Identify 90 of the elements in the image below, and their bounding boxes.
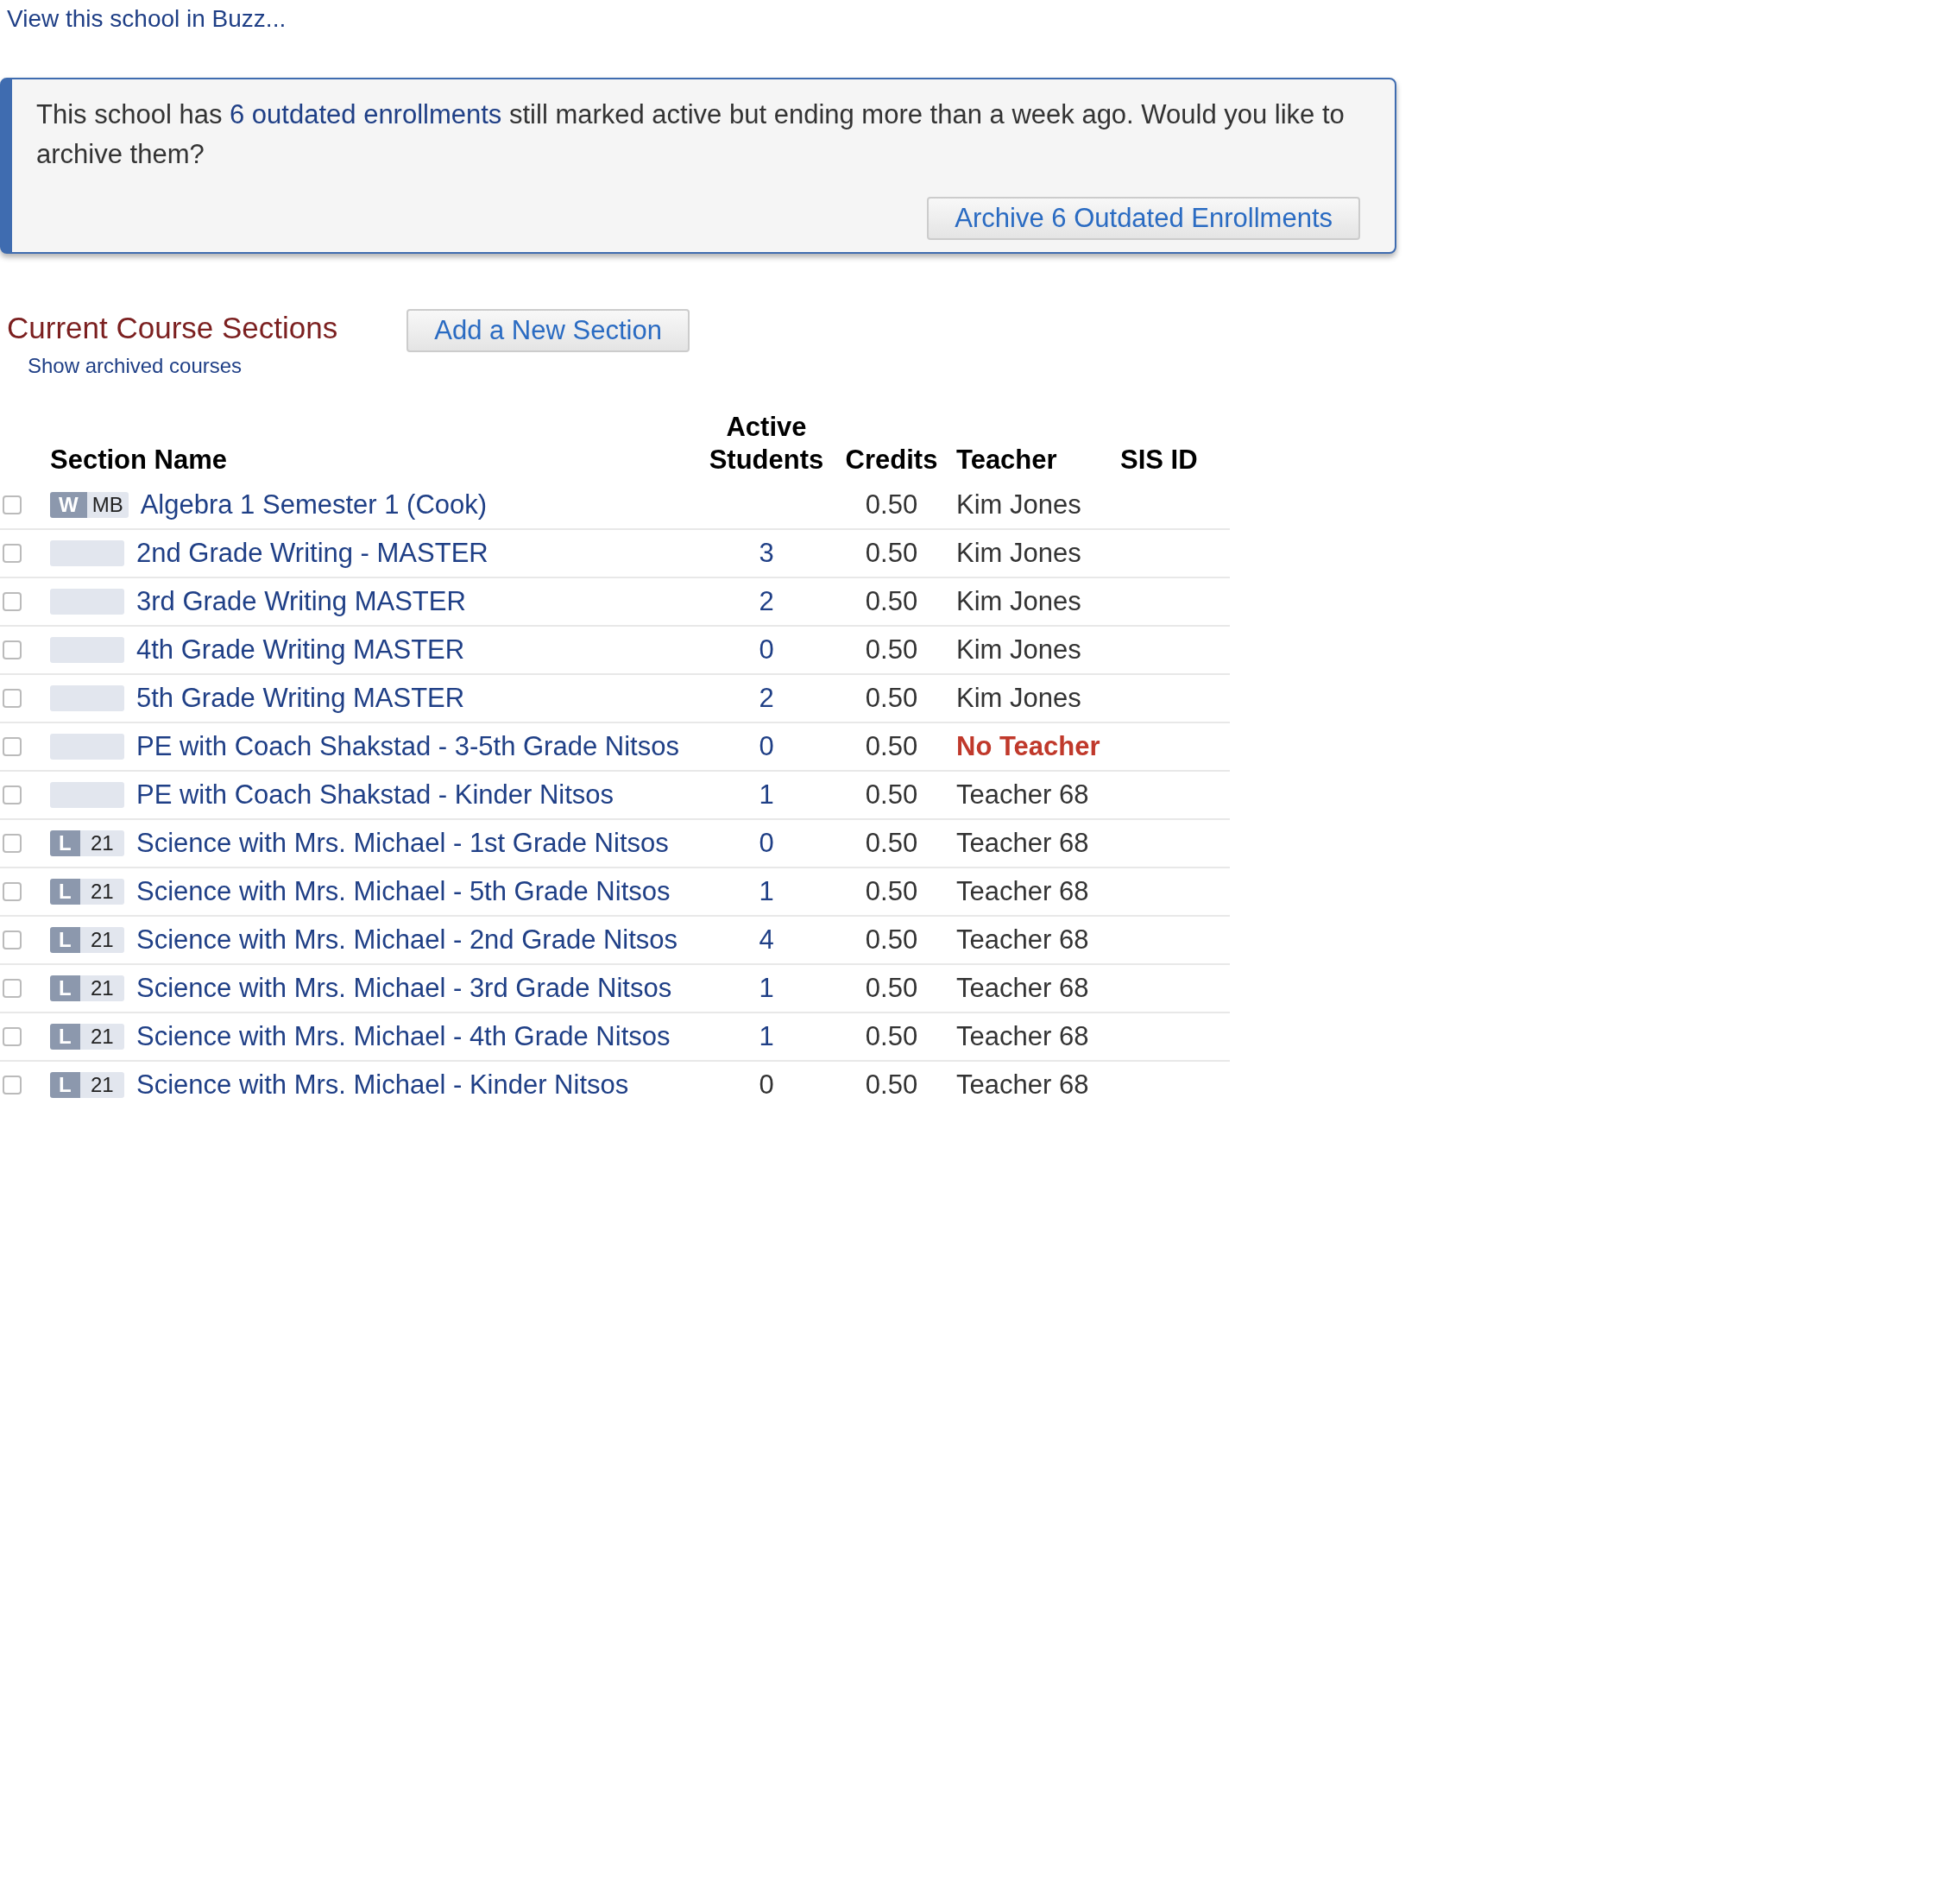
column-header: Credits — [845, 445, 938, 475]
credits: 0.50 — [865, 1069, 918, 1100]
add-section-button[interactable]: Add a New Section — [406, 309, 690, 352]
section-name-link[interactable]: 3rd Grade Writing MASTER — [136, 586, 466, 617]
archive-button[interactable]: Archive 6 Outdated Enrollments — [927, 197, 1360, 240]
badge-letter: L — [50, 1024, 80, 1050]
column-header: Active Students — [709, 412, 824, 475]
section-name-link[interactable]: PE with Coach Shakstad - 3-5th Grade Nitsos — [136, 731, 679, 762]
badge-code: 21 — [79, 830, 124, 856]
badge-letter: L — [50, 975, 80, 1001]
credits: 0.50 — [865, 779, 918, 810]
credits: 0.50 — [865, 731, 918, 761]
credits: 0.50 — [865, 489, 918, 520]
teacher-name: Kim Jones — [956, 586, 1081, 616]
section-name-link[interactable]: Science with Mrs. Michael - 1st Grade Nitsos — [136, 828, 669, 859]
student-count-link[interactable]: 1 — [759, 876, 774, 906]
badge-code: 21 — [79, 975, 124, 1001]
row-checkbox[interactable] — [3, 834, 22, 853]
teacher-name: Kim Jones — [956, 683, 1081, 713]
student-count-link[interactable]: 2 — [759, 586, 774, 616]
teacher-name: Kim Jones — [956, 538, 1081, 568]
section-name-link[interactable]: 4th Grade Writing MASTER — [136, 634, 465, 666]
row-checkbox[interactable] — [3, 979, 22, 998]
badge-code: MB — [86, 492, 129, 518]
student-count-link[interactable]: 1 — [759, 1021, 774, 1051]
teacher-name: Teacher 68 — [956, 828, 1089, 858]
credits: 0.50 — [865, 538, 918, 568]
student-count-link[interactable]: 0 — [759, 731, 774, 761]
column-header: Teacher — [956, 445, 1057, 475]
section-name-link[interactable]: Science with Mrs. Michael - 4th Grade Nitsos — [136, 1021, 671, 1052]
credits: 0.50 — [865, 1021, 918, 1051]
student-count-link[interactable]: 1 — [759, 973, 774, 1003]
column-header: SIS ID — [1120, 445, 1198, 475]
badge-letter: L — [50, 879, 80, 905]
badge-letter: L — [50, 830, 80, 856]
teacher-name: Kim Jones — [956, 489, 1081, 520]
row-checkbox[interactable] — [3, 592, 22, 611]
section-name-link[interactable]: PE with Coach Shakstad - Kinder Nitsos — [136, 779, 614, 811]
section-name-link[interactable]: Science with Mrs. Michael - 3rd Grade Nitsos — [136, 973, 672, 1004]
teacher-name: Teacher 68 — [956, 779, 1089, 810]
credits: 0.50 — [865, 828, 918, 858]
student-count-link[interactable]: 3 — [759, 538, 774, 568]
row-checkbox[interactable] — [3, 640, 22, 659]
credits: 0.50 — [865, 586, 918, 616]
student-count-link[interactable]: 0 — [759, 828, 774, 858]
student-count-link[interactable]: 4 — [759, 924, 774, 955]
badge-code: 21 — [79, 927, 124, 953]
badge-letter: W — [50, 492, 87, 518]
badge-letter: L — [50, 927, 80, 953]
credits: 0.50 — [865, 876, 918, 906]
teacher-name: Teacher 68 — [956, 1069, 1089, 1100]
row-checkbox[interactable] — [3, 931, 22, 949]
teacher-name: Kim Jones — [956, 634, 1081, 665]
row-checkbox[interactable] — [3, 785, 22, 804]
credits: 0.50 — [865, 973, 918, 1003]
show-archived-link[interactable]: Show archived courses — [28, 354, 338, 378]
row-checkbox[interactable] — [3, 882, 22, 901]
student-count-link[interactable]: 0 — [759, 634, 774, 665]
student-count-link[interactable]: 1 — [759, 779, 774, 810]
section-name-link[interactable]: Science with Mrs. Michael - Kinder Nitsos — [136, 1069, 629, 1101]
credits: 0.50 — [865, 683, 918, 713]
badge-code: 21 — [79, 879, 124, 905]
section-name-link[interactable]: Science with Mrs. Michael - 2nd Grade Nitsos — [136, 924, 678, 956]
row-checkbox[interactable] — [3, 1076, 22, 1095]
teacher-name: Teacher 68 — [956, 924, 1089, 955]
row-checkbox[interactable] — [3, 544, 22, 563]
row-checkbox[interactable] — [3, 689, 22, 708]
section-title: Current Course Sections — [7, 311, 338, 345]
column-header: Section Name — [50, 445, 227, 475]
row-checkbox[interactable] — [3, 737, 22, 756]
view-school-link[interactable]: View this school in Buzz... — [7, 5, 287, 33]
no-teacher-warning: No Teacher — [956, 731, 1100, 761]
row-checkbox[interactable] — [3, 495, 22, 514]
student-count: 0 — [759, 1069, 774, 1100]
outdated-enrollments-link[interactable]: 6 outdated enrollments — [230, 99, 502, 129]
section-name-link[interactable]: 5th Grade Writing MASTER — [136, 683, 465, 714]
row-checkbox[interactable] — [3, 1027, 22, 1046]
alert-message: This school has 6 outdated enrollments still marked active but ending more than a week ago. Would you like to archive them? — [36, 98, 1346, 171]
teacher-name: Teacher 68 — [956, 973, 1089, 1003]
student-count-link[interactable]: 2 — [759, 683, 774, 713]
badge-code: 21 — [79, 1024, 124, 1050]
credits: 0.50 — [865, 924, 918, 955]
teacher-name: Teacher 68 — [956, 1021, 1089, 1051]
badge-letter: L — [50, 1072, 80, 1098]
credits: 0.50 — [865, 634, 918, 665]
badge-code: 21 — [79, 1072, 124, 1098]
section-name-link[interactable]: Algebra 1 Semester 1 (Cook) — [140, 489, 488, 520]
teacher-name: Teacher 68 — [956, 876, 1089, 906]
section-name-link[interactable]: Science with Mrs. Michael - 5th Grade Nitsos — [136, 876, 671, 907]
section-name-link[interactable]: 2nd Grade Writing - MASTER — [136, 538, 488, 569]
